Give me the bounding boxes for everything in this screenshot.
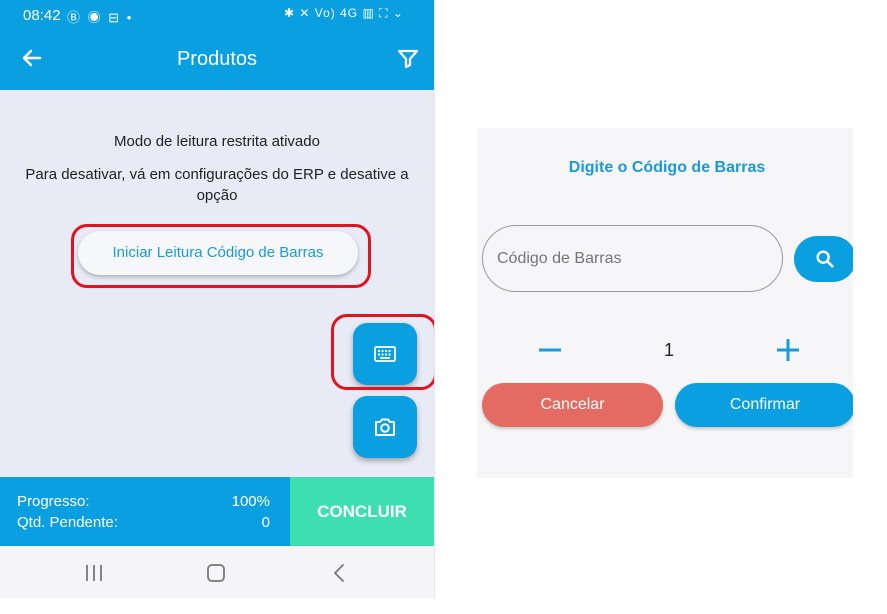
quantity-value: 1 [663, 340, 674, 360]
pending-quantity-value: 0 [261, 514, 270, 531]
camera-scan-button[interactable] [353, 396, 417, 458]
progress-bar-panel: Progresso: 100% Qtd. Pendente: 0 CONCLUI… [0, 477, 434, 546]
status-notification-icons: Ⓑ ◉ ⊟ • [67, 10, 134, 25]
search-icon [816, 250, 834, 268]
content-area: Modo de leitura restrita ativado Para de… [0, 90, 434, 477]
decrease-quantity-button[interactable] [538, 340, 562, 360]
highlight-outline-scan-button [71, 224, 371, 288]
barcode-entry-dialog: Digite o Código de Barras 1 Cancelar Con… [477, 128, 853, 478]
android-nav-bar [0, 546, 434, 598]
camera-icon [375, 418, 395, 436]
increase-quantity-button[interactable] [776, 338, 800, 362]
home-icon[interactable] [204, 562, 228, 584]
dialog-title: Digite o Código de Barras [568, 159, 766, 176]
conclude-button[interactable]: CONCLUIR [290, 477, 434, 546]
pending-quantity-label: Qtd. Pendente: [17, 514, 118, 531]
filter-icon[interactable] [396, 47, 420, 71]
restricted-mode-message: Modo de leitura restrita ativado [114, 133, 320, 150]
cancel-button[interactable]: Cancelar [482, 383, 663, 427]
progress-value: 100% [231, 493, 270, 510]
back-chevron-icon[interactable] [328, 562, 352, 584]
progress-label: Progresso: [17, 493, 90, 510]
app-bar: Produtos [0, 30, 434, 90]
recent-apps-icon[interactable] [82, 562, 106, 584]
page-title: Produtos [176, 48, 258, 70]
status-system-icons: ✱ ✕ Vo) 4G ▥ ⛶ ⌄ [284, 6, 404, 20]
barcode-input[interactable] [482, 225, 783, 292]
phone-screen: 08:42 Ⓑ ◉ ⊟ • ✱ ✕ Vo) 4G ▥ ⛶ ⌄ Produtos … [0, 0, 434, 598]
status-time: 08:42 [23, 7, 61, 24]
highlight-outline-keyboard-button [331, 314, 434, 390]
status-bar: 08:42 Ⓑ ◉ ⊟ • ✱ ✕ Vo) 4G ▥ ⛶ ⌄ [0, 0, 434, 30]
panel-divider [434, 0, 435, 598]
confirm-button[interactable]: Confirmar [675, 383, 853, 427]
restricted-mode-instructions: Para desativar, vá em configurações do E… [25, 166, 409, 204]
search-button[interactable] [794, 236, 853, 282]
